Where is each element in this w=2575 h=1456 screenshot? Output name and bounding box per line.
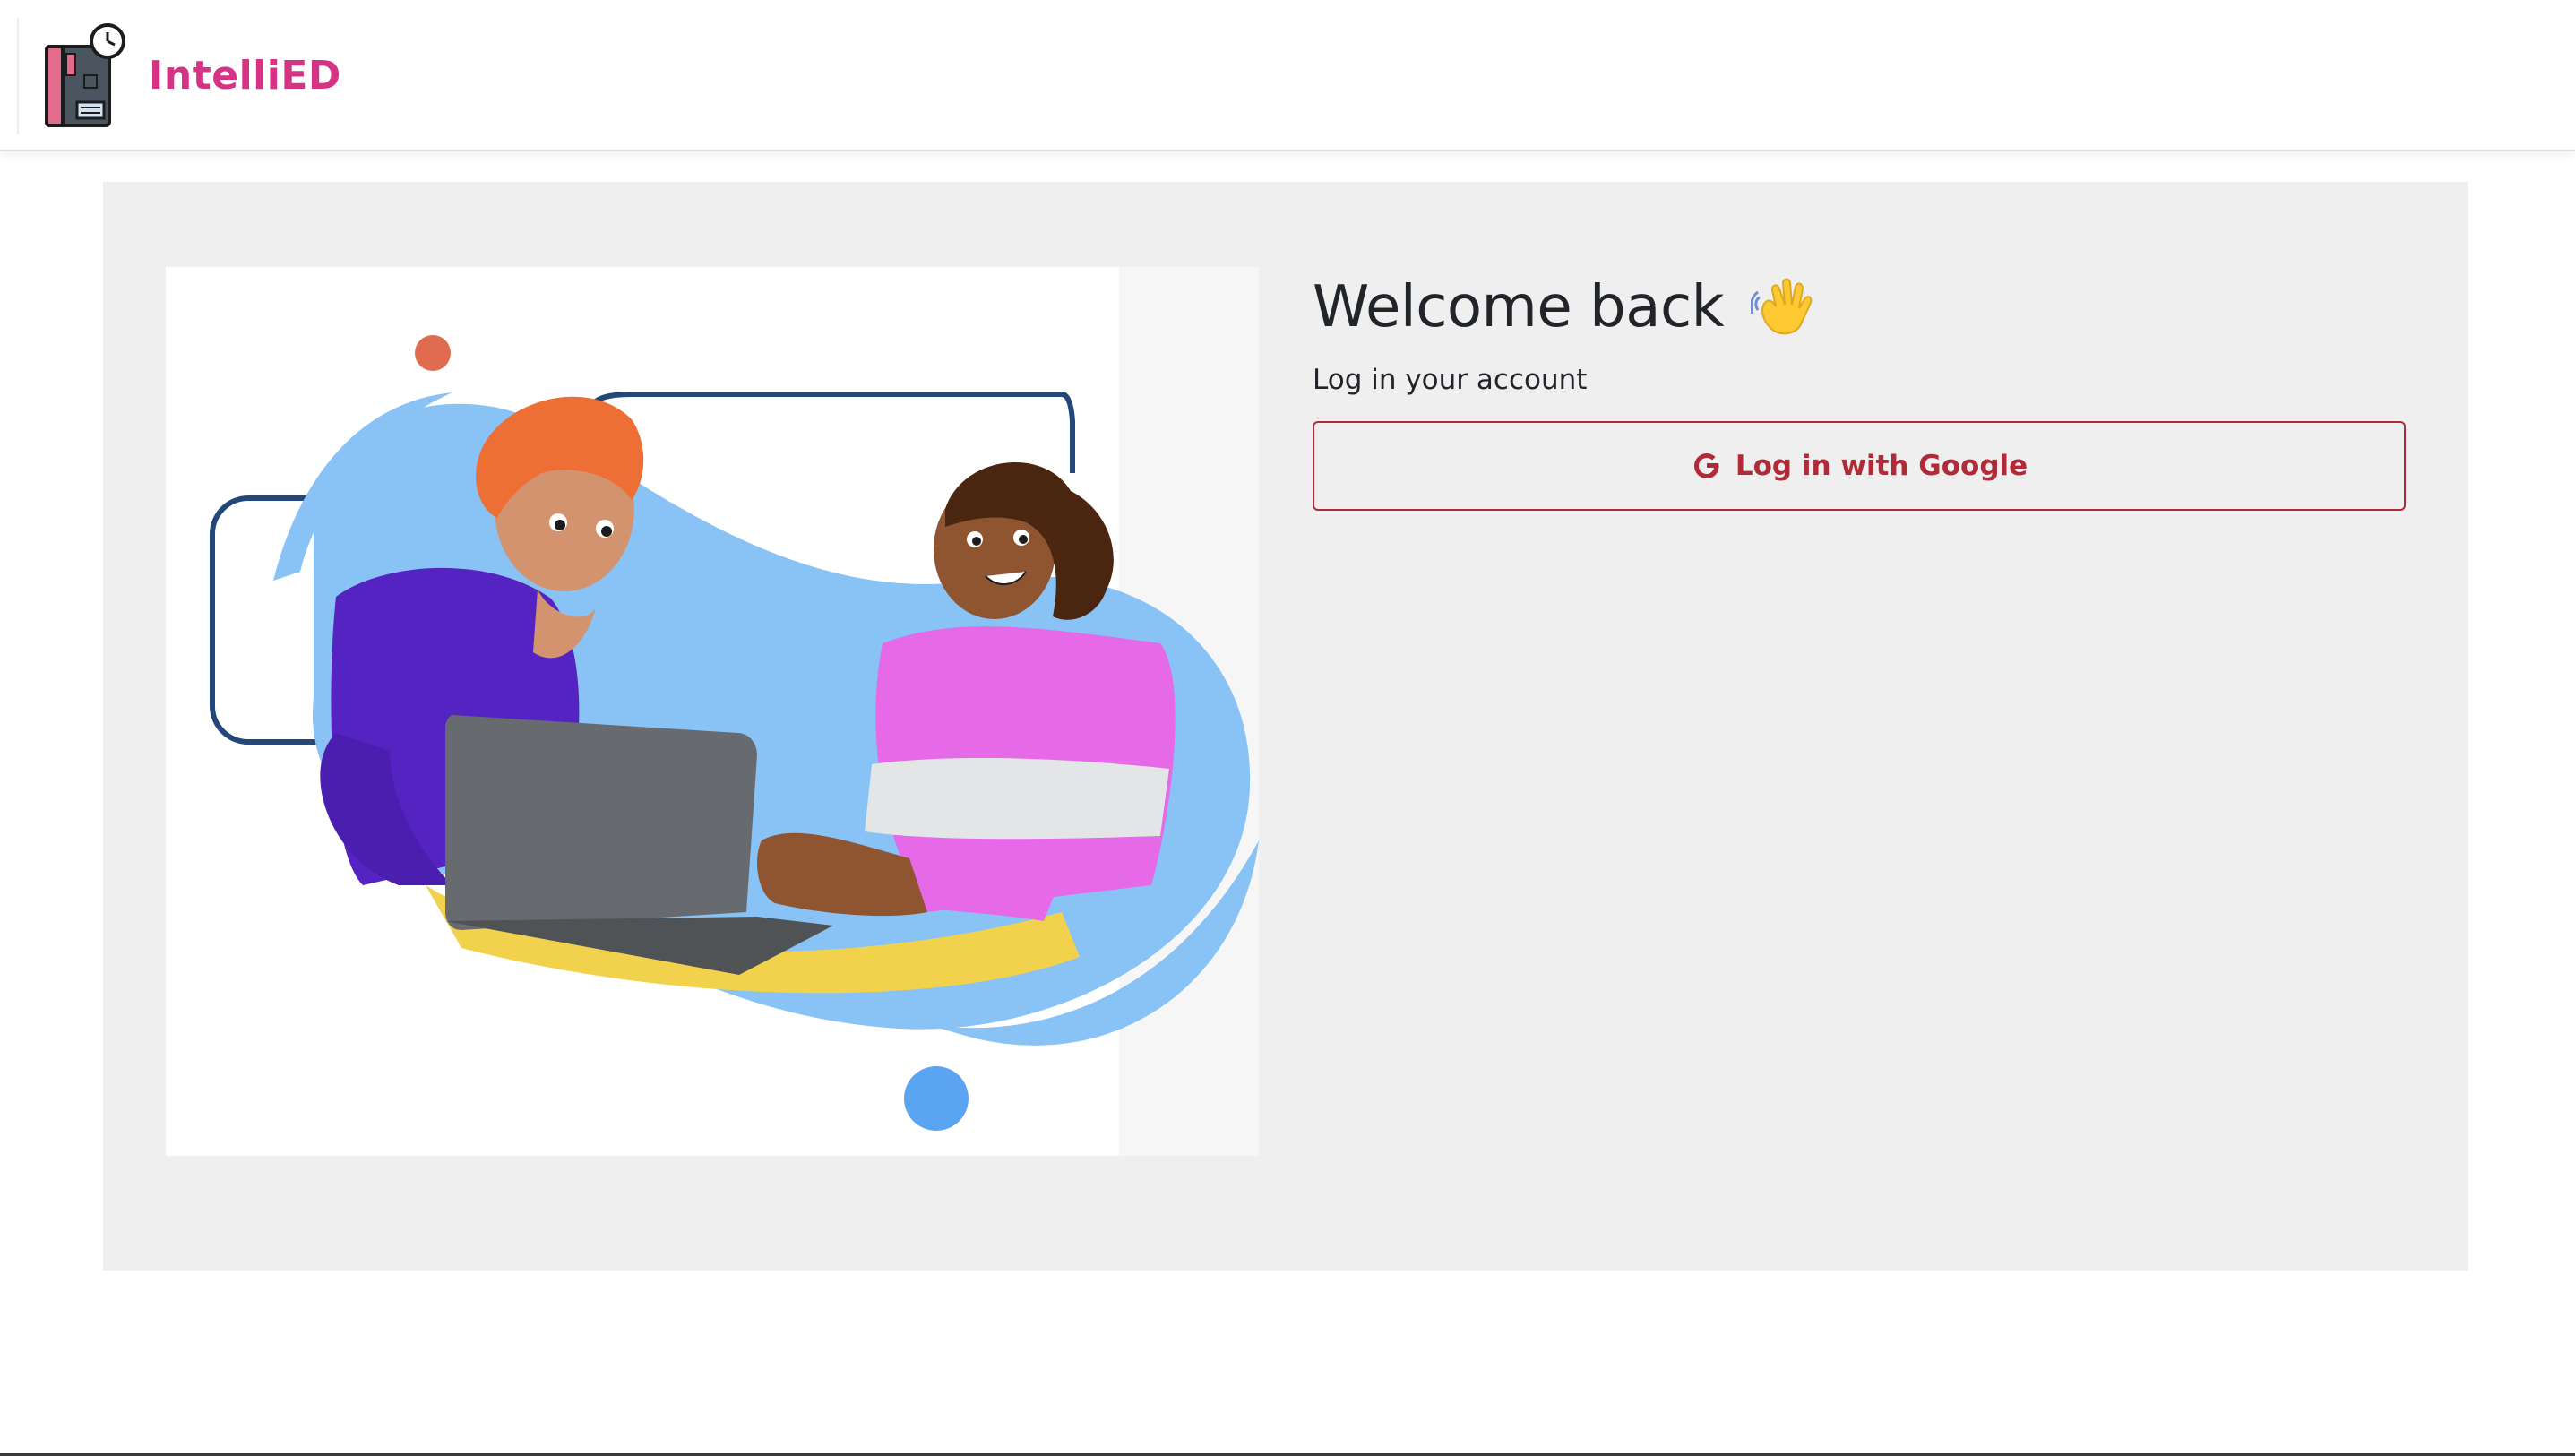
- brand-name: IntelliED: [149, 52, 341, 99]
- login-subtitle: Log in your account: [1313, 364, 1588, 396]
- google-login-label: Log in with Google: [1735, 450, 2028, 482]
- book-clock-logo-icon: [45, 23, 125, 127]
- login-panel: Welcome back Log in your account Log in …: [1313, 267, 2406, 511]
- two-people-at-laptop-illustration: [210, 335, 1259, 1131]
- welcome-header: Welcome back: [1313, 267, 2406, 348]
- page-title: Welcome back: [1313, 274, 1725, 340]
- login-card: Welcome back Log in your account Log in …: [103, 182, 2468, 1271]
- brand-link[interactable]: IntelliED: [41, 22, 341, 129]
- google-login-button[interactable]: Log in with Google: [1313, 421, 2406, 511]
- google-g-icon: [1693, 453, 1719, 478]
- navbar-divider: [17, 18, 19, 134]
- top-navbar: IntelliED: [0, 0, 2575, 151]
- illustration-panel: [166, 267, 1259, 1156]
- waving-hand-icon: [1751, 278, 1813, 335]
